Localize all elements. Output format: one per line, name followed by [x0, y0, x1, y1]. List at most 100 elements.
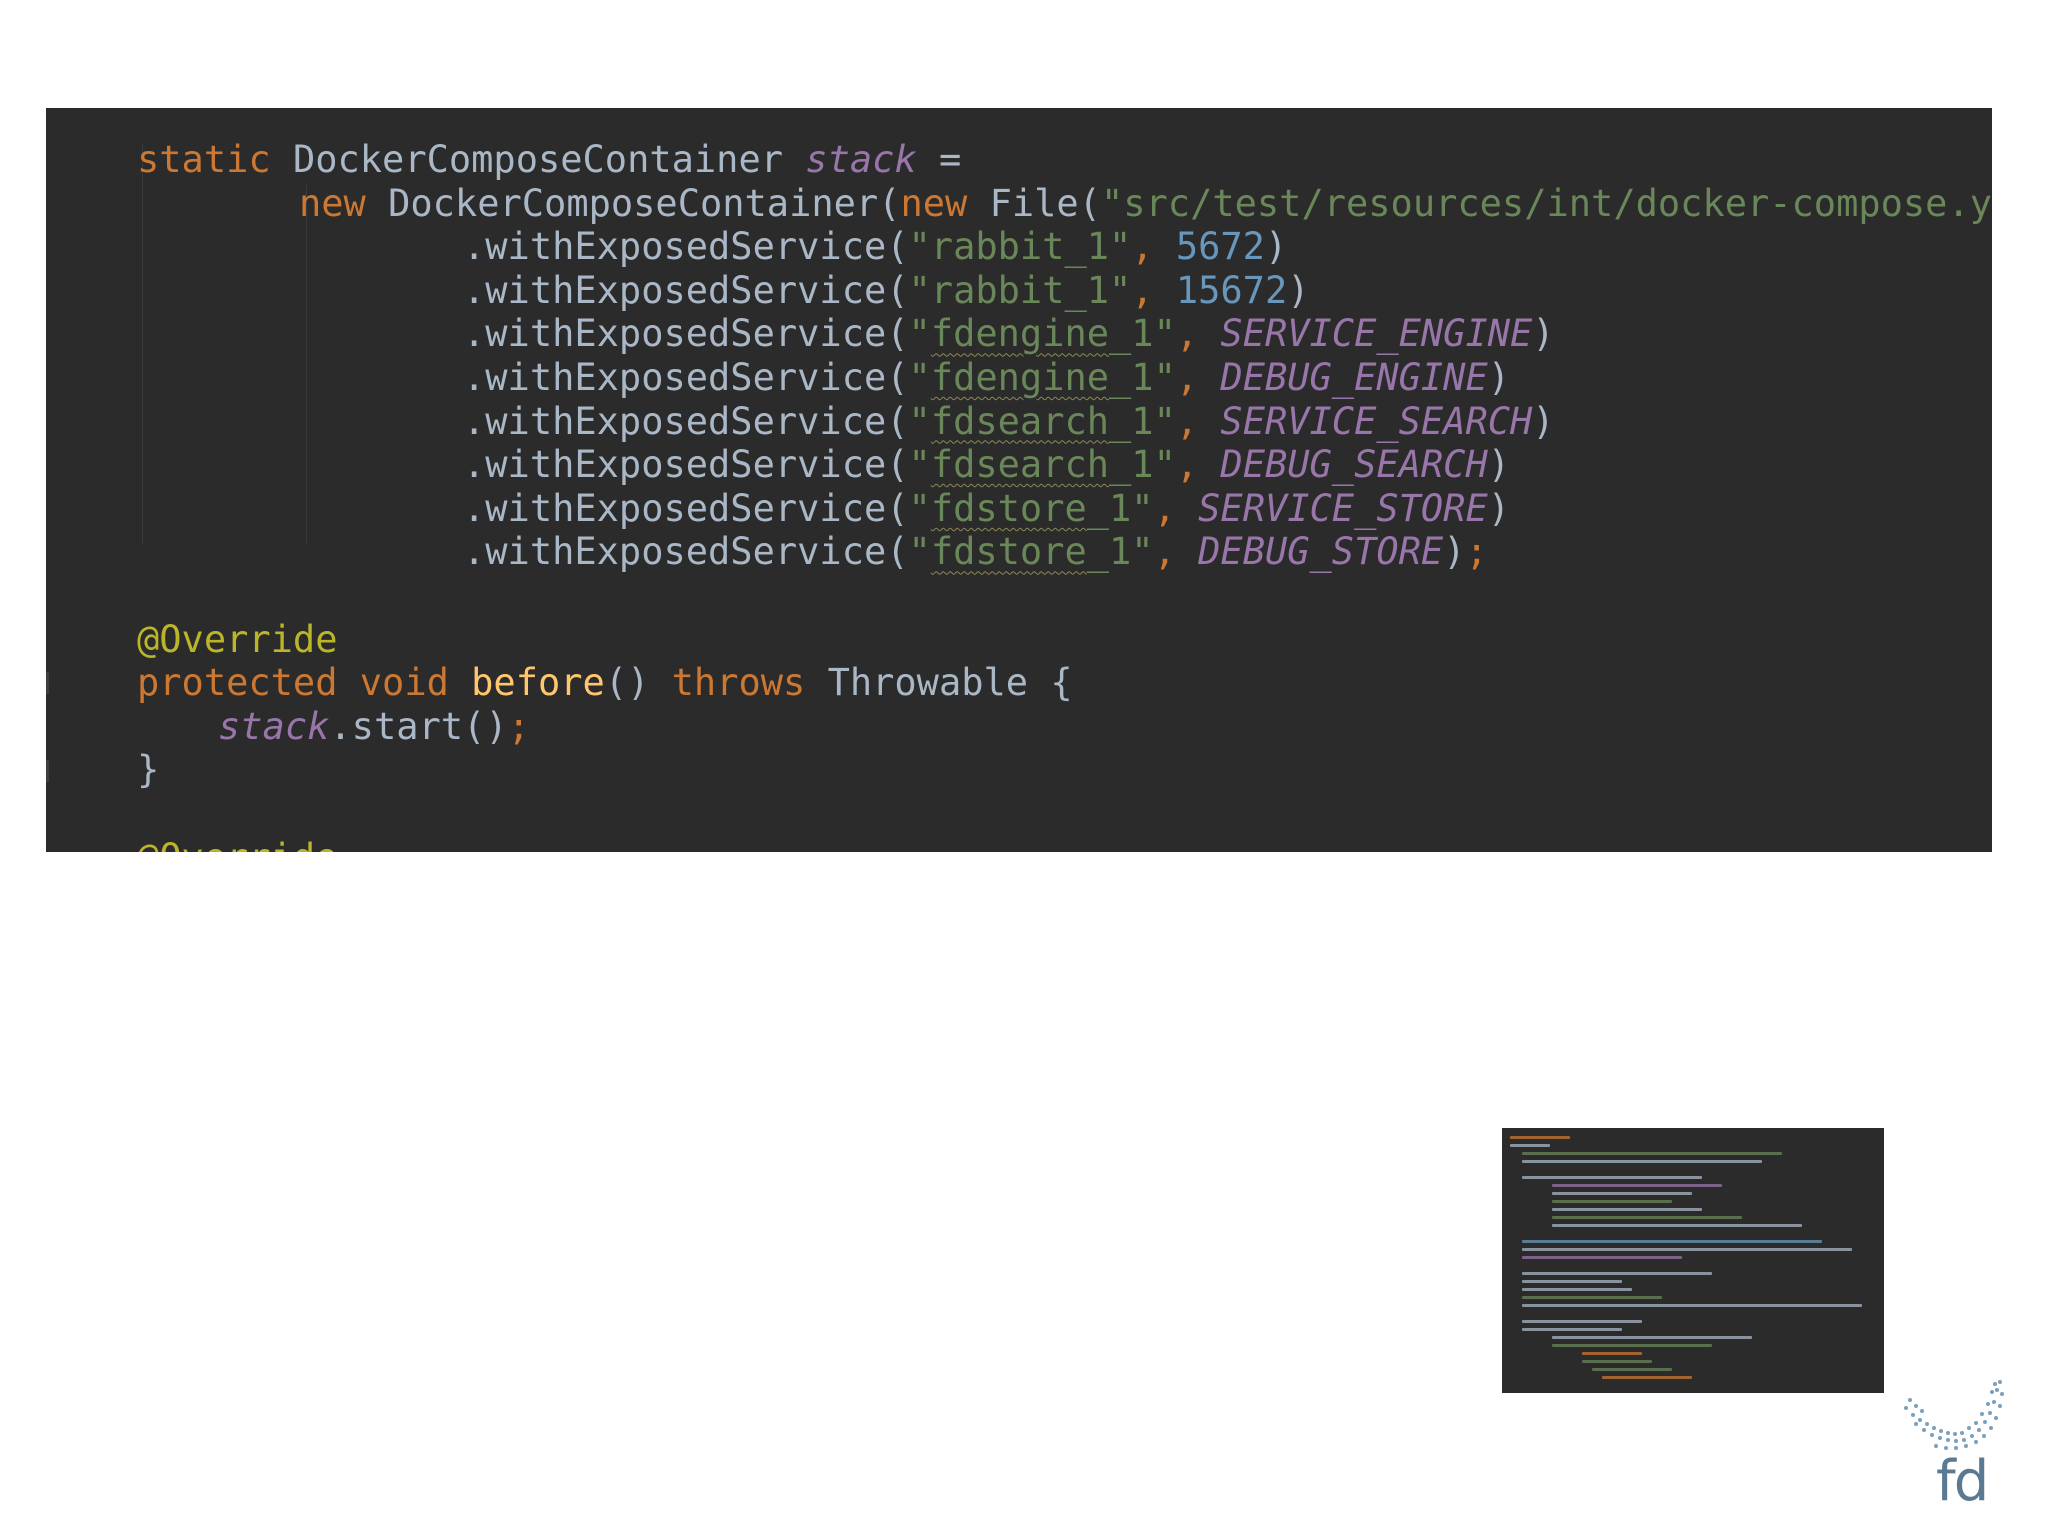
code-token: ): [1487, 356, 1511, 399]
thumbnail-code-stroke: [1552, 1208, 1702, 1211]
code-token: DockerComposeContainer: [292, 138, 806, 181]
code-token: ": [908, 399, 931, 443]
code-token: }: [137, 748, 160, 792]
code-line: .withExposedService("fdstore_1", DEBUG_S…: [463, 530, 1488, 574]
code-token: ): [1287, 268, 1310, 312]
code-token: .withExposedService(: [463, 399, 909, 443]
code-token: .withExposedService(: [463, 225, 909, 269]
code-line: }: [137, 748, 159, 792]
thumbnail-code-stroke: [1522, 1256, 1682, 1259]
code-token: new: [900, 181, 990, 225]
code-token: ,: [1175, 356, 1221, 399]
thumbnail-code-stroke: [1522, 1160, 1762, 1163]
code-token: ,: [1131, 268, 1176, 312]
code-token: @Override: [137, 617, 338, 661]
code-token: stack: [218, 704, 330, 748]
code-line: stack.start();: [218, 705, 530, 749]
code-token: =: [916, 138, 962, 181]
code-line: .withExposedService("fdstore_1", SERVICE…: [463, 487, 1510, 531]
code-token: ,: [1175, 312, 1221, 356]
indent-guide: [306, 184, 307, 544]
code-token: Throwable: [827, 661, 1051, 705]
code-token: ": [908, 312, 931, 356]
code-token: DEBUG_SEARCH: [1220, 443, 1488, 487]
code-token: fdsearch: [930, 399, 1110, 443]
thumbnail-code-stroke: [1522, 1248, 1852, 1251]
code-token: ;: [507, 704, 530, 748]
code-token: SERVICE_SEARCH: [1220, 399, 1533, 443]
code-token: ): [1487, 486, 1511, 530]
code-token: ,: [1131, 225, 1176, 269]
code-token: (): [604, 661, 672, 705]
code-token: ": [908, 356, 931, 399]
code-token: ;: [1465, 530, 1488, 574]
code-token: _1": [1109, 399, 1176, 443]
thumbnail-code-stroke: [1522, 1272, 1712, 1275]
code-line: new DockerComposeContainer(new File("src…: [299, 182, 1992, 226]
code-token: DEBUG_ENGINE: [1220, 356, 1488, 399]
thumbnail-code-stroke: [1522, 1288, 1632, 1291]
thumbnail-code-stroke: [1522, 1176, 1702, 1179]
code-token: ,: [1175, 399, 1221, 443]
thumbnail-code-stroke: [1522, 1296, 1662, 1299]
code-token: protected: [137, 661, 360, 705]
code-line: .withExposedService("fdengine_1", SERVIC…: [463, 312, 1555, 356]
thumbnail-code-stroke: [1582, 1360, 1652, 1363]
thumbnail-code-stroke: [1552, 1224, 1802, 1227]
code-token: ": [908, 443, 931, 487]
thumbnail-code-stroke: [1522, 1320, 1642, 1323]
code-line: .withExposedService("rabbit_1", 5672): [463, 225, 1287, 269]
code-token: throws: [671, 661, 828, 705]
indent-guide: [142, 144, 143, 544]
code-thumbnail-image: [1502, 1128, 1884, 1393]
code-token: fdsearch: [930, 443, 1110, 487]
code-token: .withExposedService(: [463, 486, 909, 530]
code-line: static DockerComposeContainer stack =: [137, 138, 961, 182]
code-line: .withExposedService("fdengine_1", DEBUG_…: [463, 356, 1510, 400]
code-token: DockerComposeContainer(: [388, 181, 901, 225]
thumbnail-code-stroke: [1522, 1304, 1862, 1307]
code-token: .withExposedService(: [463, 356, 909, 399]
thumbnail-code-stroke: [1552, 1344, 1712, 1347]
thumbnail-code-stroke: [1522, 1328, 1622, 1331]
code-token: .start(): [329, 704, 508, 748]
code-token: ": [908, 530, 931, 574]
code-line: .withExposedService("rabbit_1", 15672): [463, 269, 1310, 313]
code-token: void: [359, 661, 472, 705]
code-token: before: [471, 661, 605, 705]
gutter-fold-marker: [46, 760, 49, 782]
code-token: ,: [1175, 443, 1221, 487]
thumbnail-code-stroke: [1522, 1152, 1782, 1155]
code-token: "src/test/resources/int/docker-compose.y…: [1100, 181, 1992, 225]
code-token: fdstore: [930, 530, 1087, 574]
thumbnail-code-stroke: [1552, 1216, 1742, 1219]
fd-logo-text: fd: [1936, 1449, 1989, 1514]
code-token: .withExposedService(: [463, 443, 909, 487]
code-token: "rabbit_1": [908, 268, 1132, 312]
code-token: ): [1532, 399, 1555, 443]
code-token: @Override: [137, 836, 337, 852]
code-token: new: [299, 181, 389, 225]
code-token: static: [137, 138, 293, 181]
code-token: ): [1264, 225, 1288, 269]
code-token: fdengine: [930, 312, 1110, 356]
code-token: ": [908, 486, 931, 530]
code-token: .withExposedService(: [463, 530, 909, 574]
code-token: DEBUG_STORE: [1198, 530, 1444, 574]
code-token: ,: [1153, 530, 1199, 574]
code-token: File(: [989, 181, 1101, 225]
thumbnail-code-stroke: [1552, 1200, 1672, 1203]
thumbnail-code-stroke: [1522, 1240, 1822, 1243]
code-token: .withExposedService(: [463, 312, 909, 356]
code-token: ): [1532, 312, 1555, 356]
code-token: SERVICE_ENGINE: [1220, 312, 1533, 356]
code-token: {: [1050, 661, 1073, 705]
code-token: _1": [1086, 530, 1154, 574]
code-token: ): [1443, 530, 1466, 574]
thumbnail-code-stroke: [1552, 1336, 1752, 1339]
code-token: SERVICE_STORE: [1198, 486, 1488, 530]
thumbnail-code-stroke: [1602, 1376, 1692, 1379]
code-token: _1": [1109, 356, 1176, 399]
code-token: fdstore: [930, 486, 1087, 530]
code-token: 5672: [1175, 225, 1265, 269]
